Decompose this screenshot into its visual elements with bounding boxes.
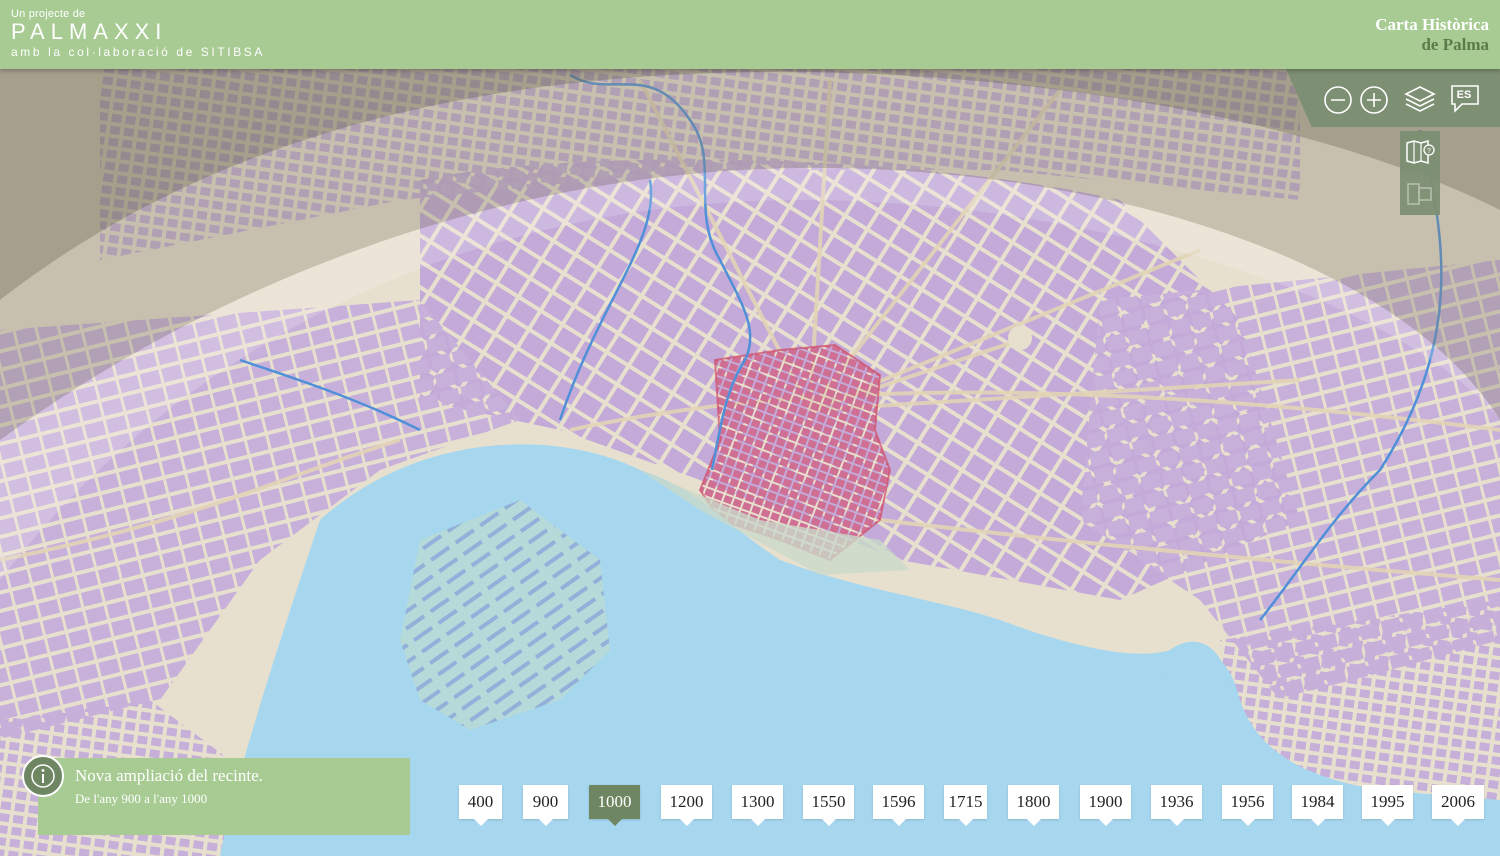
plaza-circle <box>1008 326 1032 350</box>
brand-logo[interactable]: Un projecte de PALMAXXI amb la col·labor… <box>11 8 265 59</box>
info-button[interactable] <box>22 755 64 797</box>
year-1936[interactable]: 1936 <box>1151 785 1202 826</box>
map-canvas[interactable] <box>0 0 1500 856</box>
map-help-button[interactable]: ? <box>1400 131 1440 173</box>
info-panel: Nova ampliació del recinte. De l'any 900… <box>22 755 410 835</box>
info-subtitle: De l'any 900 a l'any 1000 <box>75 791 208 806</box>
app-title-line2: de Palma <box>1421 35 1489 54</box>
year-1300[interactable]: 1300 <box>732 785 783 826</box>
year-1956[interactable]: 1956 <box>1222 785 1273 826</box>
map-compare-icon <box>1407 183 1432 205</box>
map-help-icon: ? <box>1406 140 1435 164</box>
svg-text:?: ? <box>1427 148 1431 155</box>
info-icon <box>31 764 55 788</box>
language-label: ES <box>1456 89 1472 101</box>
year-900[interactable]: 900 <box>523 785 568 826</box>
minus-circle-icon <box>1324 86 1352 114</box>
app-title: Carta Històrica de Palma <box>1375 15 1489 55</box>
app-header: Un projecte de PALMAXXI amb la col·labor… <box>0 0 1500 69</box>
year-1550[interactable]: 1550 <box>803 785 854 826</box>
language-button[interactable]: ES <box>1450 84 1480 114</box>
info-title: Nova ampliació del recinte. <box>75 766 263 785</box>
year-1900[interactable]: 1900 <box>1080 785 1131 826</box>
year-400[interactable]: 400 <box>459 785 502 826</box>
year-1984[interactable]: 1984 <box>1292 785 1343 826</box>
year-1200[interactable]: 1200 <box>661 785 712 826</box>
year-2006[interactable]: 2006 <box>1432 785 1484 826</box>
year-1000[interactable]: 1000 <box>589 785 640 826</box>
year-1800[interactable]: 1800 <box>1008 785 1059 826</box>
map-compare-button[interactable] <box>1400 173 1440 215</box>
zoom-in-button[interactable] <box>1359 85 1389 115</box>
brand-collaboration: amb la col·laboració de SITIBSA <box>11 45 266 59</box>
app-title-line1: Carta Històrica <box>1375 15 1489 34</box>
plus-circle-icon <box>1360 86 1388 114</box>
year-1715[interactable]: 1715 <box>944 785 987 826</box>
year-1596[interactable]: 1596 <box>873 785 924 826</box>
map-toolbar: ES <box>1286 69 1500 127</box>
zoom-out-button[interactable] <box>1323 85 1353 115</box>
year-1995[interactable]: 1995 <box>1362 785 1413 826</box>
layers-button[interactable] <box>1404 83 1436 115</box>
layers-icon <box>1404 86 1436 112</box>
brand-name: PALMAXXI <box>11 19 168 44</box>
